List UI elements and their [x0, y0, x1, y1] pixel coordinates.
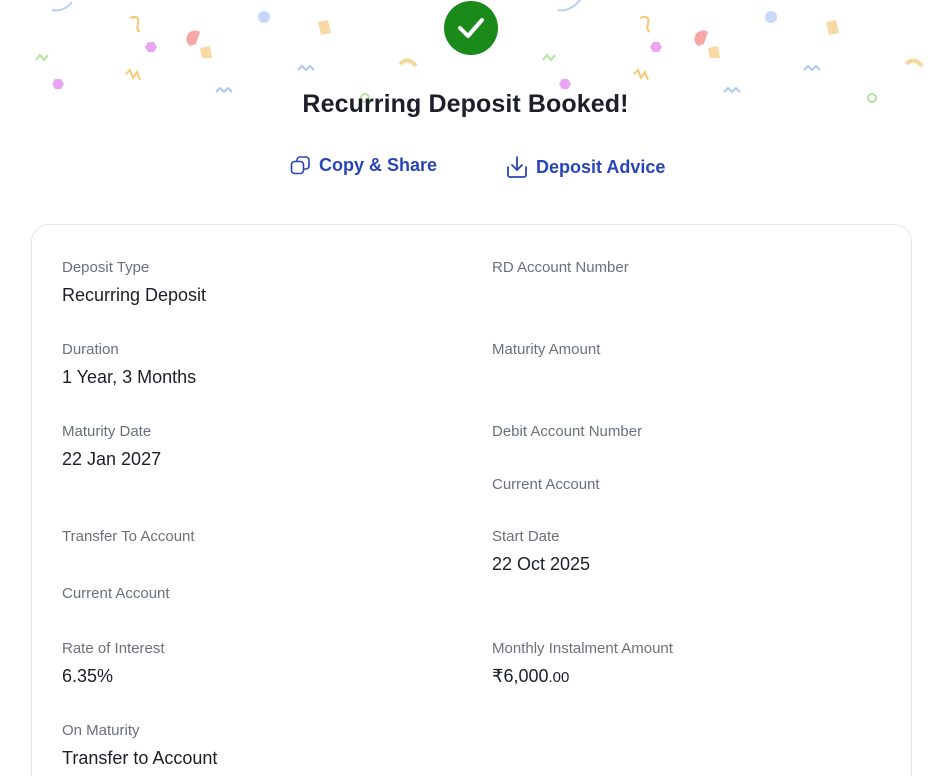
on-maturity-value: Transfer to Account — [62, 748, 218, 768]
duration-label: Duration — [62, 341, 119, 358]
copy-share-button[interactable]: Copy & Share — [290, 155, 437, 176]
start-date-value: 22 Oct 2025 — [492, 554, 591, 574]
maturity-amount-label: Maturity Amount — [492, 341, 601, 358]
rd-account-number-field: RD Account Number — [492, 259, 629, 285]
success-check-icon — [444, 1, 498, 55]
copy-icon — [290, 156, 310, 175]
debit-account-type: Current Account — [492, 476, 600, 493]
duration-field: Duration 1 Year, 3 Months — [62, 341, 196, 388]
monthly-instalment-label: Monthly Instalment Amount — [492, 640, 673, 657]
page-title: Recurring Deposit Booked! — [302, 90, 629, 118]
rate-of-interest-label: Rate of Interest — [62, 640, 165, 657]
rate-of-interest-value: 6.35% — [62, 666, 114, 686]
deposit-type-field: Deposit Type Recurring Deposit — [62, 259, 206, 306]
transfer-account-type: Current Account — [62, 585, 170, 602]
debit-account-number-label: Debit Account Number — [492, 423, 643, 440]
check-icon — [458, 18, 484, 38]
deposit-details-card: Deposit Type Recurring Deposit RD Accoun… — [31, 224, 912, 776]
transfer-to-account-field: Transfer To Account — [62, 528, 195, 554]
maturity-date-label: Maturity Date — [62, 423, 152, 440]
monthly-instalment-value: ₹6,000.00 — [492, 666, 673, 687]
debit-account-number-field: Debit Account Number — [492, 423, 642, 449]
rate-of-interest-field: Rate of Interest 6.35% — [62, 640, 165, 687]
copy-share-label: Copy & Share — [319, 155, 438, 175]
on-maturity-field: On Maturity Transfer to Account — [62, 722, 217, 769]
maturity-amount-field: Maturity Amount — [492, 341, 600, 367]
deposit-type-label: Deposit Type — [62, 259, 150, 276]
transfer-to-account-label: Transfer To Account — [62, 528, 195, 545]
duration-value: 1 Year, 3 Months — [62, 367, 197, 387]
action-bar: Copy & Share Deposit Advice — [0, 155, 931, 185]
monthly-instalment-field: Monthly Instalment Amount ₹6,000.00 — [492, 640, 673, 687]
monthly-instalment-paise: .00 — [548, 669, 570, 686]
deposit-advice-label: Deposit Advice — [536, 156, 666, 177]
deposit-advice-button[interactable]: Deposit Advice — [506, 155, 665, 179]
maturity-date-value: 22 Jan 2027 — [62, 449, 162, 469]
on-maturity-label: On Maturity — [62, 722, 140, 739]
maturity-date-field: Maturity Date 22 Jan 2027 — [62, 423, 161, 470]
deposit-type-value: Recurring Deposit — [62, 285, 207, 305]
start-date-label: Start Date — [492, 528, 560, 545]
download-icon — [507, 156, 527, 178]
rd-account-number-label: RD Account Number — [492, 259, 629, 276]
rd-booked-page: Recurring Deposit Booked! Copy & Share D… — [0, 0, 931, 776]
monthly-instalment-rupees: ₹6,000 — [492, 666, 549, 686]
start-date-field: Start Date 22 Oct 2025 — [492, 528, 590, 575]
